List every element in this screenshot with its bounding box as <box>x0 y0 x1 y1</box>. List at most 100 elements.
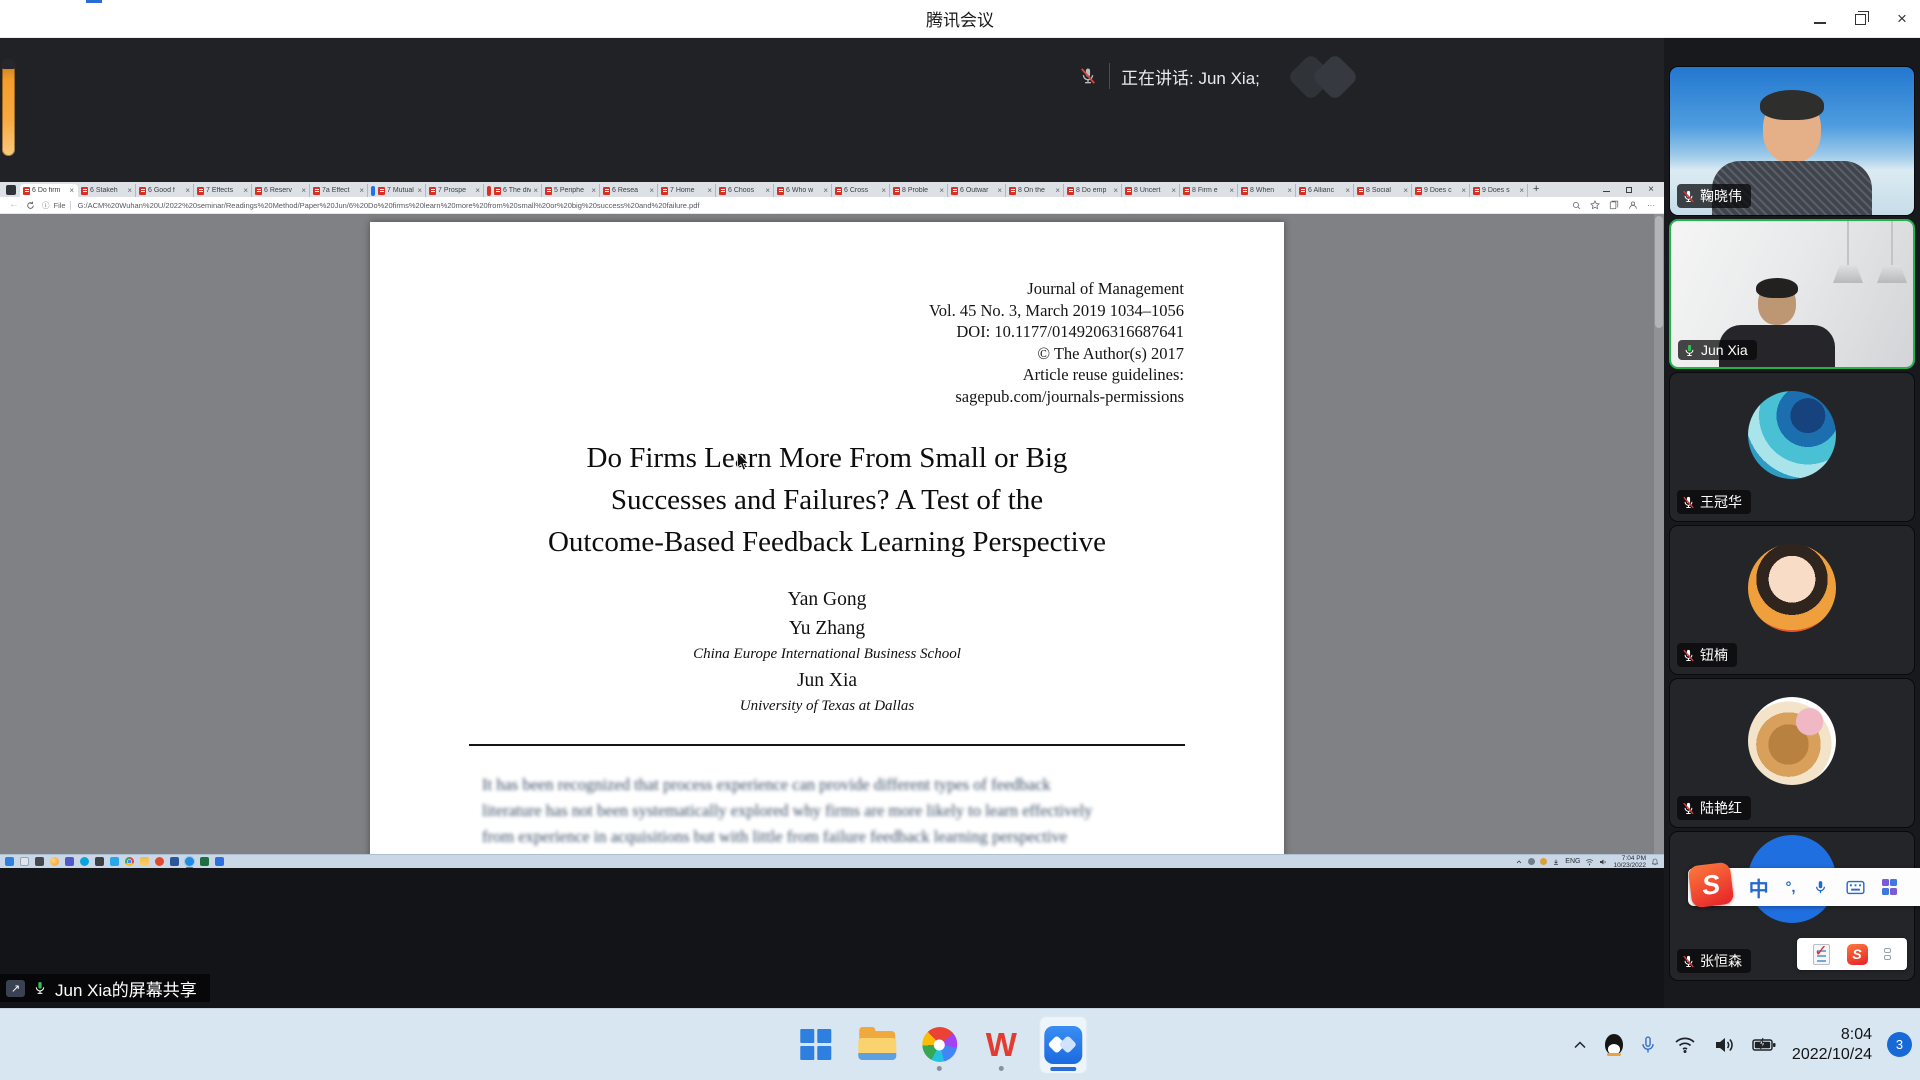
tab-close-icon[interactable] <box>823 187 828 195</box>
file-scheme-chip[interactable]: ⓘ File <box>42 200 71 211</box>
browser-restore-button[interactable] <box>1626 187 1632 193</box>
tab-close-icon[interactable] <box>1287 187 1292 195</box>
grid-app-icon[interactable] <box>95 857 104 866</box>
tray-volume-icon[interactable] <box>1712 1034 1736 1056</box>
wps-office-button[interactable]: W <box>977 1016 1025 1074</box>
blue-app-icon[interactable] <box>110 857 119 866</box>
participant-tile[interactable]: 陆艳红 <box>1669 678 1915 828</box>
restore-button[interactable] <box>1855 14 1866 25</box>
tab-search-icon[interactable] <box>6 185 16 195</box>
browser-close-button[interactable]: × <box>1648 185 1654 194</box>
tab-close-icon[interactable] <box>765 187 770 195</box>
tab-close-icon[interactable] <box>243 187 248 195</box>
collections-icon[interactable] <box>1609 200 1619 210</box>
ime-voice-icon[interactable] <box>1812 879 1829 896</box>
meeting-icon[interactable] <box>185 857 194 866</box>
notes-doc-icon[interactable] <box>1813 944 1830 965</box>
browser-tab[interactable]: 6 Good f <box>136 184 194 197</box>
notification-bell-icon[interactable] <box>1651 857 1659 866</box>
word-icon[interactable] <box>170 857 179 866</box>
file-explorer-button[interactable] <box>853 1016 901 1074</box>
tab-close-icon[interactable] <box>997 187 1002 195</box>
browser-tab[interactable]: 6 Cross <box>832 184 890 197</box>
volume-icon[interactable] <box>1599 858 1608 866</box>
ime-toolbox-icon[interactable] <box>1882 879 1898 895</box>
new-tab-button[interactable]: + <box>1533 184 1539 195</box>
download-arrow-icon[interactable] <box>1552 858 1560 866</box>
ime-language-mode[interactable]: 中 <box>1749 873 1769 902</box>
notification-badge[interactable]: 3 <box>1887 1032 1912 1057</box>
tab-close-icon[interactable] <box>1403 187 1408 195</box>
browser-tab[interactable]: 7 Home <box>658 184 716 197</box>
browser-tab[interactable]: 6 Do firm <box>20 184 78 197</box>
tray-wifi-icon[interactable] <box>1673 1035 1697 1055</box>
tray-app-icon[interactable] <box>1540 858 1547 865</box>
tab-close-icon[interactable] <box>881 187 886 195</box>
tab-close-icon[interactable] <box>69 187 74 195</box>
tab-close-icon[interactable] <box>649 187 654 195</box>
weather-icon[interactable] <box>50 857 59 866</box>
browser-tab[interactable]: 6 Stakeh <box>78 184 136 197</box>
tab-close-icon[interactable] <box>1461 187 1466 195</box>
browser-tab[interactable]: 9 Does s <box>1470 184 1528 197</box>
sogou-mini-icon[interactable]: S <box>1847 944 1868 965</box>
ime-punctuation-mode[interactable]: °, <box>1785 879 1795 896</box>
chevron-up-icon[interactable] <box>1515 858 1523 866</box>
folder-icon[interactable] <box>140 857 149 866</box>
sogou-logo-icon[interactable]: S <box>1688 861 1735 908</box>
close-button[interactable]: × <box>1894 11 1910 27</box>
pdf-scrollbar-thumb[interactable] <box>1655 216 1663 328</box>
browser-tab[interactable]: 7 Prospe <box>426 184 484 197</box>
browser-tab[interactable]: 9 Does c <box>1412 184 1470 197</box>
tray-app-icon[interactable] <box>1528 858 1535 865</box>
tab-close-icon[interactable] <box>1055 187 1060 195</box>
browser-tab[interactable]: 7 Mutual <box>368 184 426 197</box>
tab-close-icon[interactable] <box>417 187 422 195</box>
browser-tab[interactable]: 7a Effect <box>310 184 368 197</box>
participant-tile[interactable]: 钮楠 <box>1669 525 1915 675</box>
meeting2-icon[interactable] <box>215 857 224 866</box>
tab-close-icon[interactable] <box>1113 187 1118 195</box>
teams-icon[interactable] <box>65 857 74 866</box>
excel-icon[interactable] <box>200 857 209 866</box>
profile-icon[interactable] <box>1628 200 1638 210</box>
browser-tab[interactable]: 6 Who w <box>774 184 832 197</box>
browser-tab[interactable]: 6 Outwar <box>948 184 1006 197</box>
browser-tab[interactable]: 8 Uncert <box>1122 184 1180 197</box>
toolbar-handle-icon[interactable] <box>1884 948 1891 960</box>
tray-battery-icon[interactable] <box>1751 1035 1777 1055</box>
browser-tab[interactable]: 8 On the <box>1006 184 1064 197</box>
favorite-star-icon[interactable] <box>1590 200 1600 210</box>
minimize-button[interactable] <box>1814 15 1826 24</box>
browser-tab[interactable]: 6 Allianc <box>1296 184 1354 197</box>
ime-keyboard-icon[interactable] <box>1846 880 1865 895</box>
tab-close-icon[interactable] <box>1229 187 1234 195</box>
shared-screen-clock[interactable]: 7:04 PM 10/23/2022 <box>1613 855 1646 869</box>
browser-tab[interactable]: 8 When <box>1238 184 1296 197</box>
tab-close-icon[interactable] <box>301 187 306 195</box>
qq-tray-icon[interactable] <box>1605 1034 1623 1055</box>
tab-close-icon[interactable] <box>127 187 132 195</box>
address-url[interactable]: G:/ACM%20Wuhan%20U/2022%20seminar/Readin… <box>78 201 1565 210</box>
tab-close-icon[interactable] <box>185 187 190 195</box>
tab-close-icon[interactable] <box>1345 187 1350 195</box>
browser-tab[interactable]: 7 Effects <box>194 184 252 197</box>
chrome-icon[interactable] <box>125 857 134 866</box>
participant-tile[interactable]: 鞠晓伟 <box>1669 66 1915 216</box>
tab-close-icon[interactable] <box>533 187 538 195</box>
start-icon[interactable] <box>5 857 14 866</box>
adobe-icon[interactable] <box>155 857 164 866</box>
browser-tab[interactable]: 8 Do emp <box>1064 184 1122 197</box>
tab-close-icon[interactable] <box>939 187 944 195</box>
browser-tab[interactable]: 5 Periphe <box>542 184 600 197</box>
zoom-icon[interactable] <box>1572 201 1581 210</box>
browser-tab[interactable]: 6 Reserv <box>252 184 310 197</box>
tab-close-icon[interactable] <box>475 187 480 195</box>
wifi-icon[interactable] <box>1585 858 1594 866</box>
browser-tab[interactable]: 6 Choos <box>716 184 774 197</box>
start-button[interactable] <box>791 1016 839 1074</box>
back-icon[interactable]: ← <box>9 200 19 210</box>
taskbar-clock[interactable]: 8:04 2022/10/24 <box>1792 1025 1872 1065</box>
tencent-meeting-button[interactable] <box>1039 1016 1087 1074</box>
refresh-icon[interactable] <box>26 201 35 210</box>
